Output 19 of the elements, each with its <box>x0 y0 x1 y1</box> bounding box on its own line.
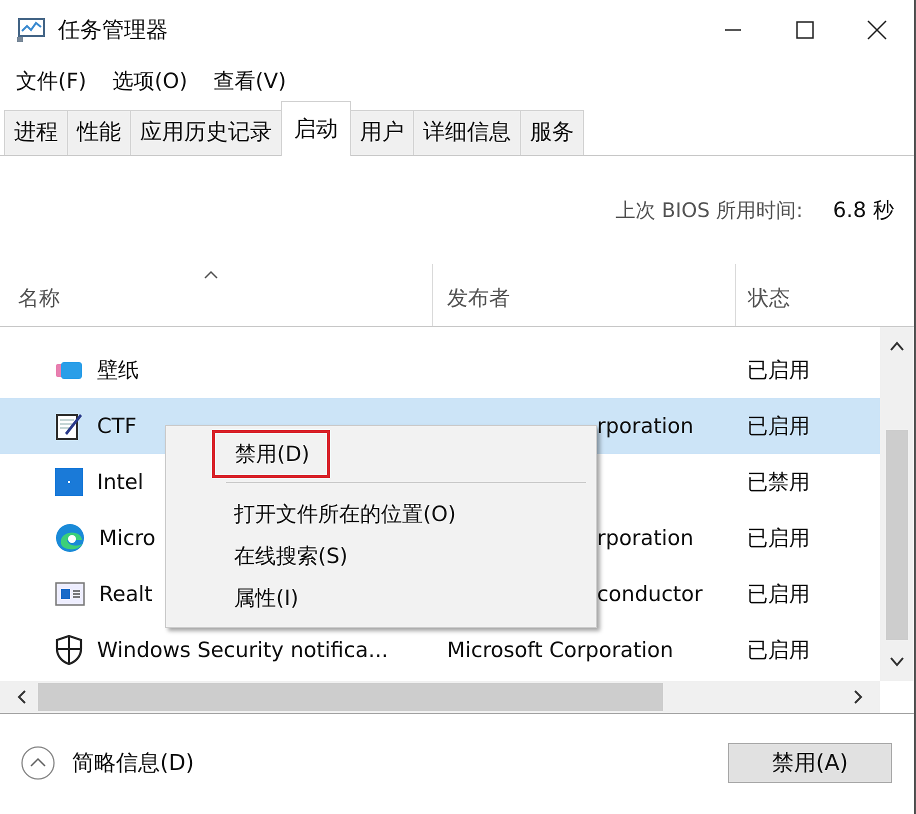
startup-app-name: Realt <box>99 582 153 606</box>
status-text: 已启用 <box>747 637 810 664</box>
startup-app-name: Micro <box>99 526 156 550</box>
startup-app-name: CTF <box>97 414 137 438</box>
status-text: 已禁用 <box>747 469 810 496</box>
status-text: 已启用 <box>747 525 810 552</box>
status-text: 已启用 <box>747 357 810 384</box>
bios-time-label: 上次 BIOS 所用时间: <box>615 196 803 224</box>
publisher-name: conductor <box>597 582 703 606</box>
publisher-name: Microsoft Corporation <box>447 638 674 662</box>
bios-time-value: 6.8 秒 <box>832 197 894 224</box>
window-title: 任务管理器 <box>58 17 168 45</box>
status-text: 已启用 <box>747 413 810 440</box>
startup-app-name: Intel <box>97 470 144 494</box>
publisher-name: rporation <box>597 526 694 550</box>
status-text: 已启用 <box>747 581 810 608</box>
publisher-name: rporation <box>597 414 694 438</box>
startup-app-name: 壁纸 <box>97 357 139 384</box>
startup-app-name: Windows Security notifica... <box>97 638 388 662</box>
